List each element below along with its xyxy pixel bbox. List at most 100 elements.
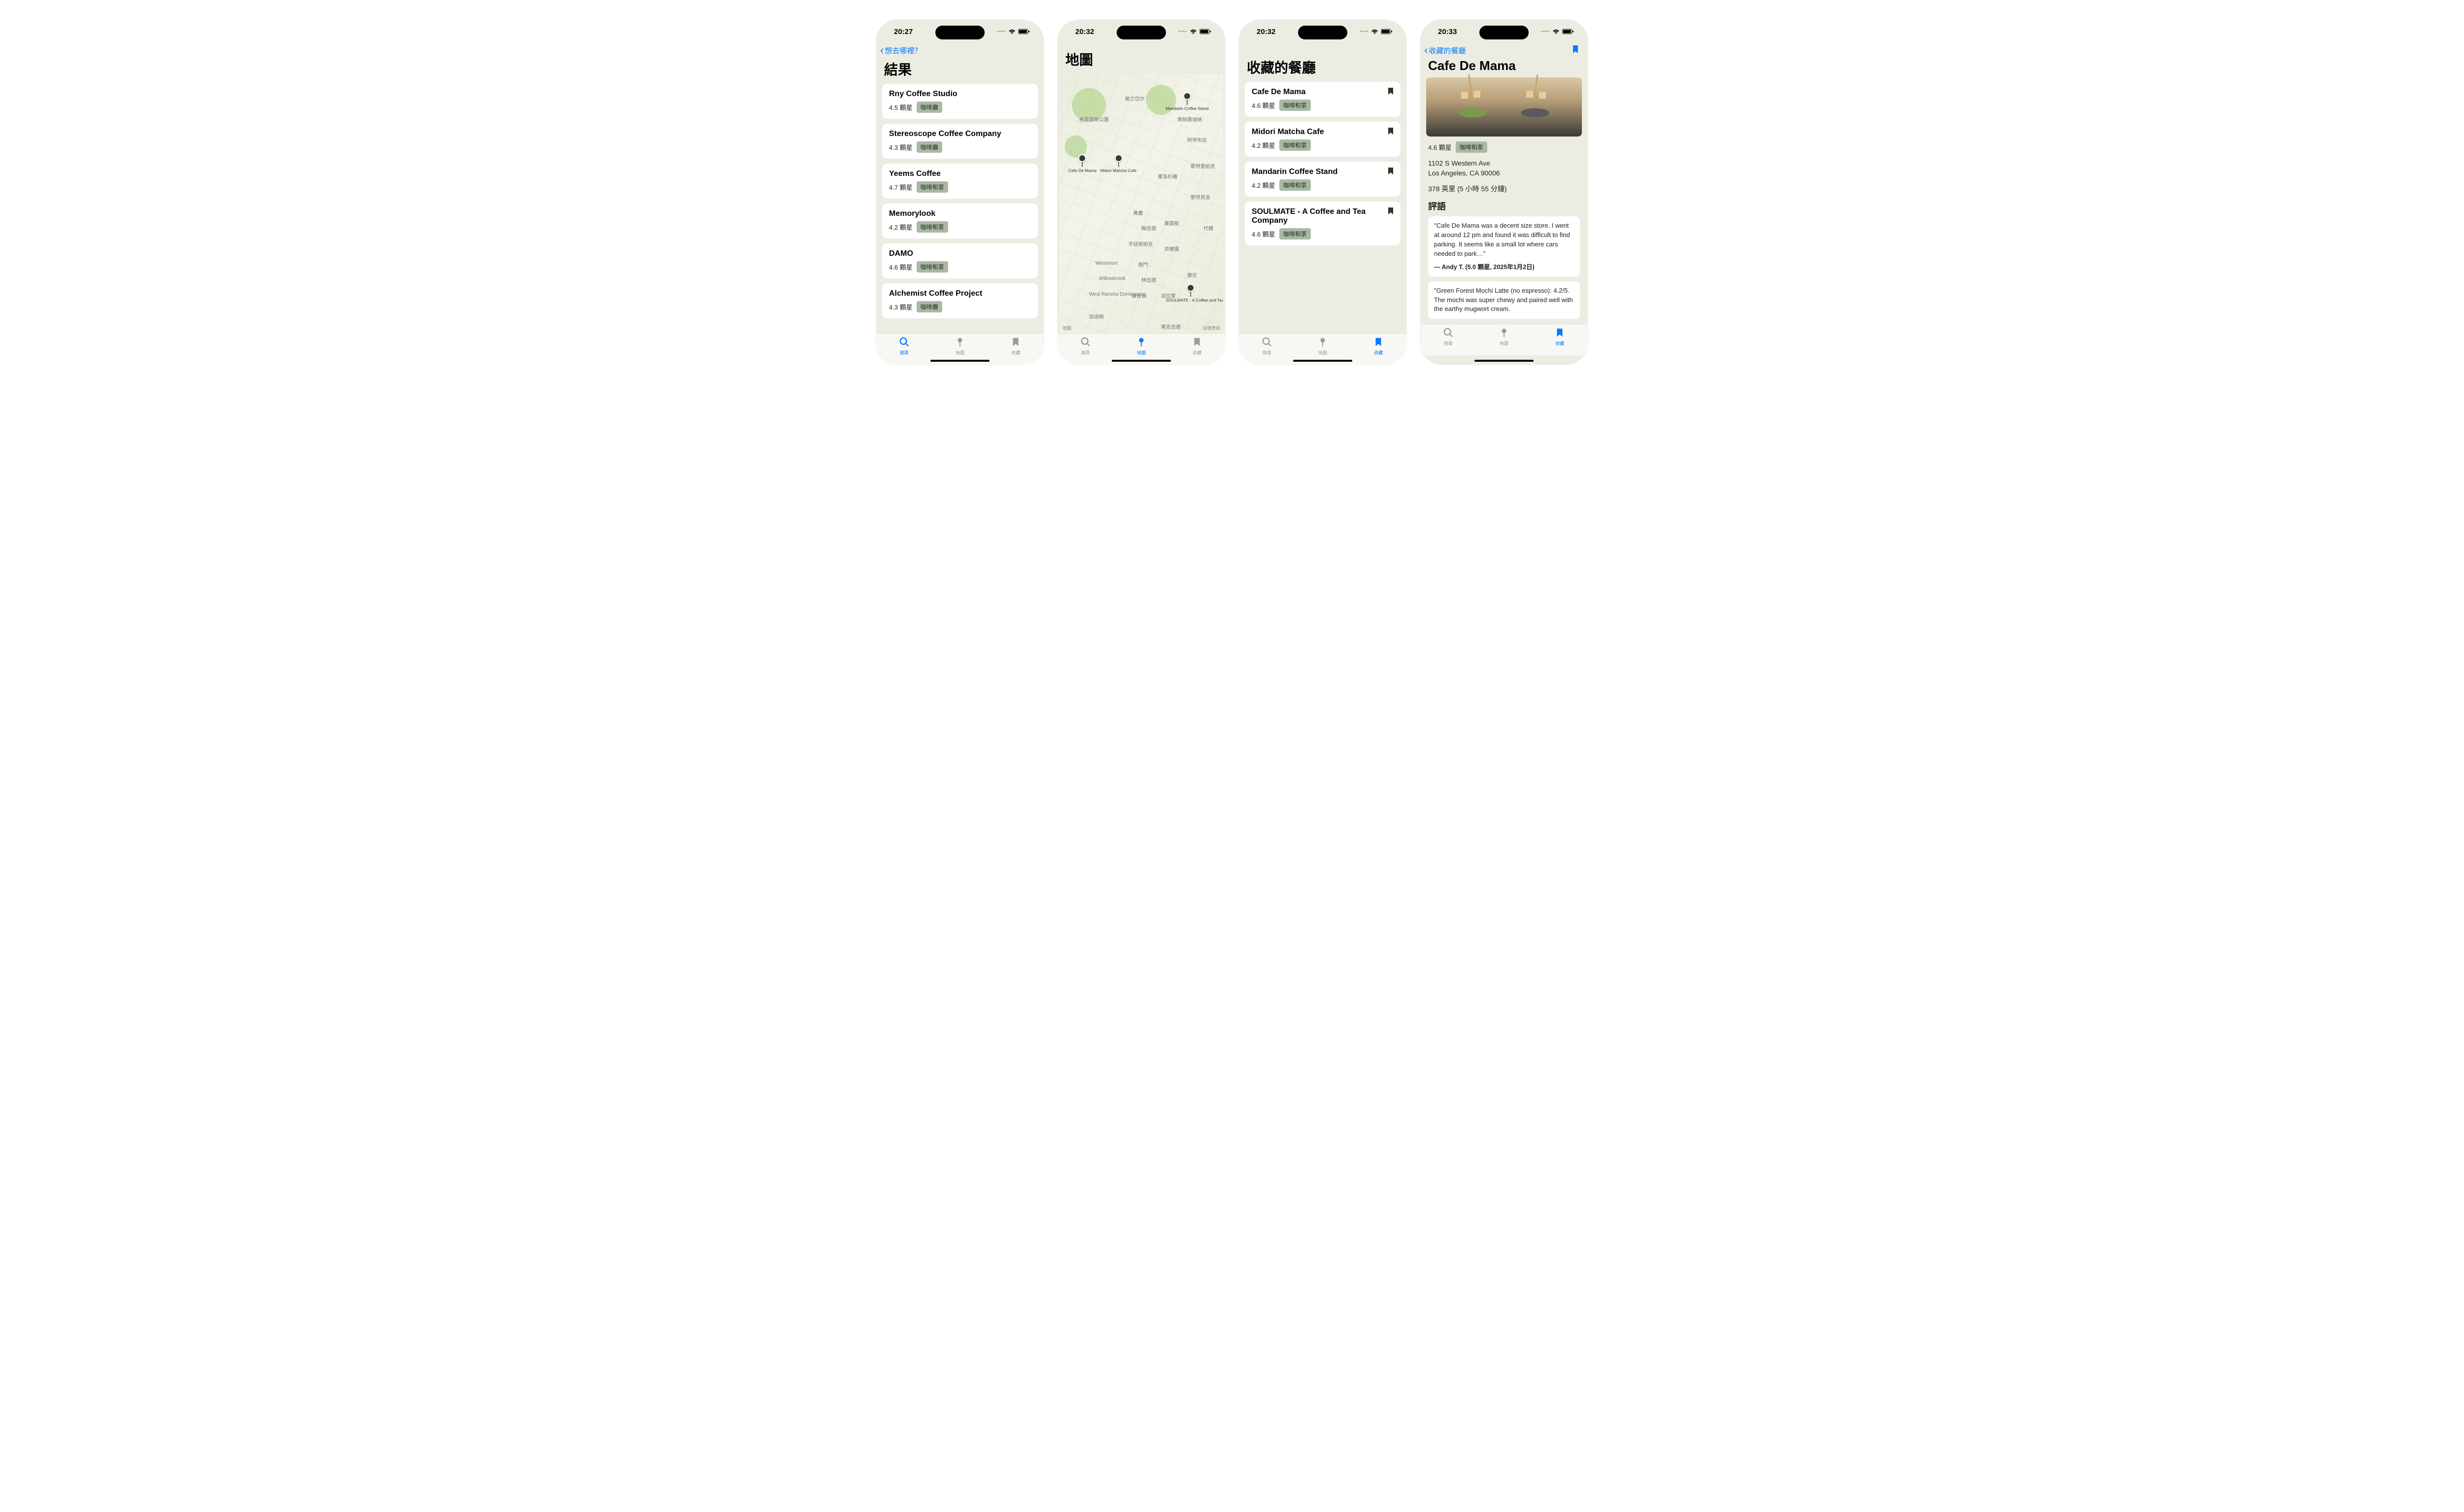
status-time: 20:27 bbox=[894, 28, 913, 36]
map-attribution: 地圖 bbox=[1062, 325, 1071, 331]
tab-label: 地圖 bbox=[1500, 340, 1508, 346]
page-title: 結果 bbox=[876, 58, 1044, 84]
bookmark-icon[interactable] bbox=[1388, 207, 1394, 217]
result-rating: 4.2 顆星 bbox=[889, 222, 913, 232]
tab-label: 收藏 bbox=[1374, 349, 1383, 356]
status-bar: 20:32 •••• bbox=[1058, 20, 1225, 43]
map-tab[interactable]: 地圖 bbox=[1113, 334, 1169, 359]
pin-head-icon bbox=[1078, 154, 1086, 162]
home-indicator[interactable] bbox=[1112, 360, 1171, 362]
map-pin[interactable]: Midori Matcha Cafe bbox=[1115, 154, 1123, 167]
result-card[interactable]: Alchemist Coffee Project 4.3 顆星咖啡廳 bbox=[882, 283, 1038, 318]
map-legal-link[interactable]: 法律資訊 bbox=[1202, 325, 1220, 331]
saved-rating: 4.2 顆星 bbox=[1252, 180, 1275, 190]
map-pin[interactable]: SOULMATE - A Coffee and Tea Company bbox=[1187, 284, 1195, 297]
phone-screen-results: 20:27 •••• ‹ 想去哪裡？ 結果 Rny Coffee Studio4… bbox=[876, 20, 1044, 365]
map-place-label: 加迪納 bbox=[1089, 312, 1104, 320]
map-pin-icon bbox=[1499, 327, 1509, 339]
result-card[interactable]: Yeems Coffee4.7 顆星咖啡和茶 bbox=[882, 164, 1038, 199]
saved-name: SOULMATE - A Coffee and Tea Company bbox=[1252, 207, 1394, 225]
reviews-list: "Cafe De Mama was a decent size store. I… bbox=[1428, 216, 1580, 319]
result-name: DAMO bbox=[889, 249, 1031, 258]
magnifying-glass-icon bbox=[899, 337, 910, 348]
search-tab[interactable]: 搜尋 bbox=[876, 334, 932, 359]
nav-bar: ‹ 收藏的餐廳 bbox=[1420, 43, 1588, 58]
address-block: 1102 S Western Ave Los Angeles, CA 90006 bbox=[1428, 159, 1580, 178]
tab-label: 地圖 bbox=[1137, 349, 1146, 356]
saved-card[interactable]: SOULMATE - A Coffee and Tea Company4.6 顆… bbox=[1245, 202, 1401, 245]
saved-list[interactable]: Cafe De Mama4.6 顆星咖啡和茶 Midori Matcha Cafe… bbox=[1239, 82, 1406, 333]
saved-card[interactable]: Cafe De Mama4.6 顆星咖啡和茶 bbox=[1245, 82, 1401, 117]
tab-label: 收藏 bbox=[1555, 340, 1564, 346]
bookmark-toggle[interactable] bbox=[1572, 45, 1582, 56]
wifi-icon bbox=[1371, 29, 1378, 34]
restaurant-photo[interactable] bbox=[1426, 77, 1582, 137]
back-button[interactable]: ‹ 收藏的餐廳 bbox=[1424, 45, 1466, 56]
home-indicator[interactable] bbox=[1474, 360, 1534, 362]
detail-rating: 4.6 顆星 bbox=[1428, 142, 1452, 152]
review-card[interactable]: "Cafe De Mama was a decent size store. I… bbox=[1428, 216, 1580, 276]
saved-card[interactable]: Mandarin Coffee Stand4.2 顆星咖啡和茶 bbox=[1245, 162, 1401, 197]
map-place-label: 格里斐斯公園 bbox=[1079, 115, 1109, 123]
review-attribution: — Andy T. (5.0 顆星, 2025年1月2日) bbox=[1434, 263, 1574, 272]
home-indicator[interactable] bbox=[1293, 360, 1352, 362]
search-tab[interactable]: 搜尋 bbox=[1420, 324, 1476, 349]
result-tag: 咖啡廳 bbox=[917, 301, 942, 312]
battery-icon bbox=[1381, 29, 1393, 34]
address-line-1: 1102 S Western Ave bbox=[1428, 159, 1580, 169]
search-tab[interactable]: 搜尋 bbox=[1239, 334, 1295, 359]
result-card[interactable]: Stereoscope Coffee Company4.3 顆星咖啡廳 bbox=[882, 124, 1038, 159]
result-card[interactable]: Memorylook4.2 顆星咖啡和茶 bbox=[882, 204, 1038, 239]
map-pin-icon bbox=[1317, 337, 1328, 348]
result-tag: 咖啡和茶 bbox=[917, 261, 948, 273]
map-view[interactable]: 地圖 法律資訊 格兰岱尔格里斐斯公園南帕薩迪納阿罕布拉蒙特里帕克東洛杉磯蒙特貝洛… bbox=[1060, 74, 1223, 333]
result-name: Stereoscope Coffee Company bbox=[889, 130, 1031, 138]
status-indicators: •••• bbox=[1178, 29, 1211, 34]
map-tab[interactable]: 地圖 bbox=[932, 334, 988, 359]
map-place-label: 代爾 bbox=[1203, 224, 1213, 232]
cell-signal-icon: •••• bbox=[997, 29, 1006, 34]
result-name: Memorylook bbox=[889, 209, 1031, 218]
map-place-label: Willowbrook bbox=[1099, 276, 1126, 281]
chevron-left-icon: ‹ bbox=[880, 45, 884, 56]
home-indicator[interactable] bbox=[930, 360, 990, 362]
saved-tab[interactable]: 收藏 bbox=[1169, 334, 1225, 359]
map-place-label: 唐尼 bbox=[1187, 271, 1197, 278]
saved-tag: 咖啡和茶 bbox=[1279, 100, 1311, 111]
results-list[interactable]: Rny Coffee Studio4.5 顆星咖啡廳 Stereoscope Co… bbox=[876, 84, 1044, 333]
status-indicators: •••• bbox=[1541, 29, 1574, 34]
saved-tab[interactable]: 收藏 bbox=[988, 334, 1044, 359]
map-place-label: 貝爾園 bbox=[1164, 245, 1179, 252]
nav-bar: ‹ 想去哪裡？ bbox=[876, 43, 1044, 58]
map-tab[interactable]: 地圖 bbox=[1476, 324, 1532, 349]
back-label: 收藏的餐廳 bbox=[1429, 45, 1466, 56]
result-tag: 咖啡廳 bbox=[917, 141, 942, 153]
result-rating: 4.3 顆星 bbox=[889, 302, 913, 311]
battery-icon bbox=[1562, 29, 1574, 34]
map-pin[interactable]: Mandarin Coffee Stand bbox=[1183, 92, 1191, 105]
map-tab[interactable]: 地圖 bbox=[1295, 334, 1350, 359]
bookmark-icon[interactable] bbox=[1388, 168, 1394, 177]
map-place-label: 萊克伍德 bbox=[1161, 323, 1181, 330]
result-name: Alchemist Coffee Project bbox=[889, 289, 1031, 298]
map-place-label: 林伍德 bbox=[1141, 276, 1156, 283]
address-line-2: Los Angeles, CA 90006 bbox=[1428, 169, 1580, 178]
bookmark-icon[interactable] bbox=[1388, 128, 1394, 137]
pin-label: Midori Matcha Cafe bbox=[1100, 168, 1137, 173]
review-card[interactable]: "Green Forest Mochi Latte (no espresso):… bbox=[1428, 281, 1580, 319]
pin-head-icon bbox=[1183, 92, 1191, 100]
map-pin-icon bbox=[955, 337, 965, 348]
saved-tab[interactable]: 收藏 bbox=[1351, 334, 1406, 359]
saved-tab[interactable]: 收藏 bbox=[1532, 324, 1588, 349]
result-card[interactable]: Rny Coffee Studio4.5 顆星咖啡廳 bbox=[882, 84, 1038, 119]
bookmark-icon[interactable] bbox=[1388, 88, 1394, 98]
tab-label: 搜尋 bbox=[1081, 349, 1090, 356]
map-pin-icon bbox=[1136, 337, 1147, 348]
result-card[interactable]: DAMO4.6 顆星咖啡和茶 bbox=[882, 243, 1038, 278]
back-button[interactable]: ‹ 想去哪裡？ bbox=[880, 45, 922, 56]
saved-card[interactable]: Midori Matcha Cafe4.2 顆星咖啡和茶 bbox=[1245, 122, 1401, 157]
tab-label: 搜尋 bbox=[900, 349, 909, 356]
search-tab[interactable]: 搜尋 bbox=[1058, 334, 1113, 359]
map-pin[interactable]: Cafe De Mama bbox=[1078, 154, 1086, 167]
pin-label: SOULMATE - A Coffee and Tea Company bbox=[1166, 298, 1215, 303]
